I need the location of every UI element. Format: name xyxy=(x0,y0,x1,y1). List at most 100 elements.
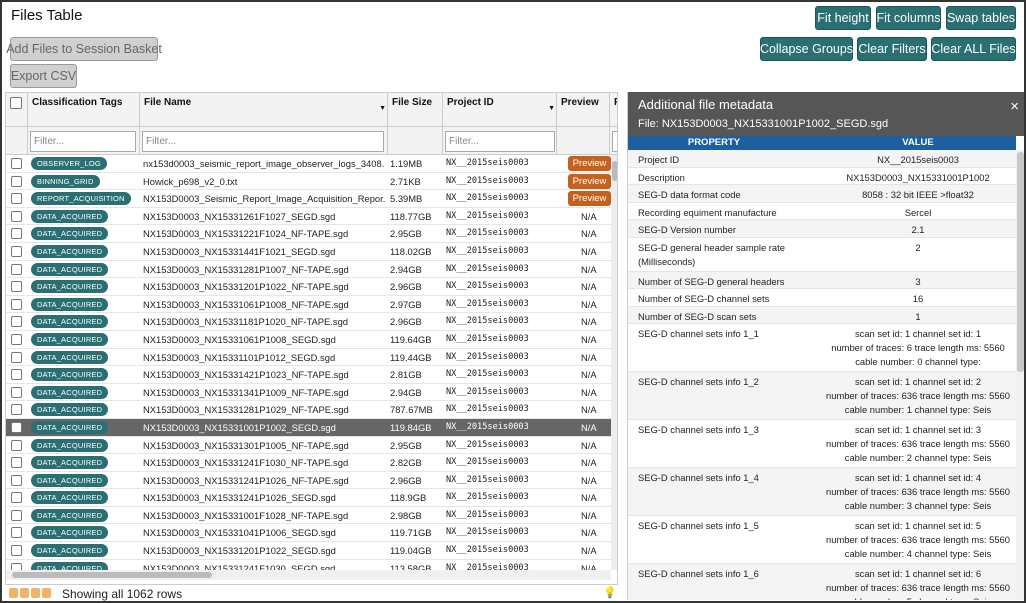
file-name-cell[interactable]: NX153D0003_NX15331001F1028_NF-TAPE.sgd xyxy=(143,507,385,525)
classification-tag[interactable]: DATA_ACQUIRED xyxy=(31,350,109,364)
sort-down-icon[interactable]: ▼ xyxy=(379,105,386,112)
row-checkbox[interactable] xyxy=(11,404,22,416)
col-preview[interactable]: Preview xyxy=(557,93,610,127)
col-classification-tags[interactable]: Classification Tags xyxy=(28,93,140,127)
row-checkbox[interactable] xyxy=(11,210,22,222)
table-horizontal-scrollbar[interactable] xyxy=(6,570,611,580)
file-name-cell[interactable]: NX153D0003_NX15331061P1008_SEGD.sgd xyxy=(143,331,385,349)
row-checkbox[interactable] xyxy=(11,457,22,469)
filter-input-tags[interactable]: Filter... xyxy=(30,131,136,152)
classification-tag[interactable]: DATA_ACQUIRED xyxy=(31,297,109,311)
preview-button[interactable]: Preview xyxy=(568,191,611,207)
clear-filters-button[interactable]: Clear Filters xyxy=(857,37,927,61)
classification-tag[interactable]: DATA_ACQUIRED xyxy=(31,227,109,241)
file-name-cell[interactable]: NX153D0003_NX15331301P1005_NF-TAPE.sgd xyxy=(143,437,385,455)
classification-tag[interactable]: DATA_ACQUIRED xyxy=(31,209,109,223)
row-checkbox[interactable] xyxy=(11,509,22,521)
classification-tag[interactable]: DATA_ACQUIRED xyxy=(31,280,109,294)
collapse-groups-button[interactable]: Collapse Groups xyxy=(760,37,853,61)
table-row[interactable]: BINNING_GRID Howick_p698_v2_0.txt 2.71KB NX… xyxy=(6,173,611,191)
classification-tag[interactable]: DATA_ACQUIRED xyxy=(31,332,109,346)
select-all-checkbox[interactable] xyxy=(10,97,22,109)
first-page-icon[interactable] xyxy=(9,588,18,598)
col-project-id[interactable]: Project ID ▼ xyxy=(443,93,557,127)
table-row[interactable]: DATA_ACQUIRED NX153D0003_NX15331261F1027_… xyxy=(6,208,611,226)
row-checkbox[interactable] xyxy=(11,263,22,275)
col-file-name[interactable]: File Name ▼ xyxy=(140,93,388,127)
classification-tag[interactable]: DATA_ACQUIRED xyxy=(31,403,109,417)
metadata-scrollbar[interactable] xyxy=(1016,150,1024,600)
lightbulb-icon[interactable]: 💡 xyxy=(603,586,617,599)
file-name-cell[interactable]: NX153D0003_NX15331281P1029_NF-TAPE.sgd xyxy=(143,401,385,419)
classification-tag[interactable]: DATA_ACQUIRED xyxy=(31,262,109,276)
file-name-cell[interactable]: NX153D0003_NX15331441F1021_SEGD.sgd xyxy=(143,243,385,261)
file-name-cell[interactable]: nx153d0003_seismic_report_image_observer… xyxy=(143,155,385,173)
row-checkbox[interactable] xyxy=(11,386,22,398)
row-checkbox[interactable] xyxy=(11,281,22,293)
table-row[interactable]: DATA_ACQUIRED NX153D0003_NX15331241F1030_… xyxy=(6,454,611,472)
file-name-cell[interactable]: NX153D0003_NX15331341P1009_NF-TAPE.sgd xyxy=(143,384,385,402)
file-name-cell[interactable]: Howick_p698_v2_0.txt xyxy=(143,173,385,191)
table-row[interactable]: DATA_ACQUIRED NX153D0003_NX15331281P1007_… xyxy=(6,261,611,279)
table-row[interactable]: DATA_ACQUIRED NX153D0003_NX15331201P1022_… xyxy=(6,542,611,560)
table-row[interactable]: DATA_ACQUIRED NX153D0003_NX15331281P1029_… xyxy=(6,401,611,419)
filter-input-filename[interactable]: Filter... xyxy=(142,131,384,152)
row-checkbox[interactable] xyxy=(11,333,22,345)
row-checkbox[interactable] xyxy=(11,158,22,169)
table-row[interactable]: DATA_ACQUIRED NX153D0003_NX15331301P1005_… xyxy=(6,437,611,455)
file-name-cell[interactable]: NX153D0003_NX15331041P1006_SEGD.sgd xyxy=(143,524,385,542)
table-row[interactable]: OBSERVER_LOG nx153d0003_seismic_report_im… xyxy=(6,155,611,173)
table-row[interactable]: DATA_ACQUIRED NX153D0003_NX15331001F1028_… xyxy=(6,507,611,525)
filter-input-r[interactable] xyxy=(612,131,617,152)
classification-tag[interactable]: DATA_ACQUIRED xyxy=(31,315,109,329)
row-checkbox[interactable] xyxy=(11,228,22,240)
classification-tag[interactable]: REPORT_ACQUISITION xyxy=(31,192,131,206)
col-file-size[interactable]: File Size xyxy=(388,93,443,127)
table-row[interactable]: DATA_ACQUIRED NX153D0003_NX15331341P1009_… xyxy=(6,384,611,402)
table-row[interactable]: DATA_ACQUIRED NX153D0003_NX15331101P1012_… xyxy=(6,349,611,367)
add-to-basket-button[interactable]: Add Files to Session Basket xyxy=(6,37,162,61)
row-checkbox[interactable] xyxy=(11,369,22,381)
table-row[interactable]: REPORT_ACQUISITION NX153D0003_Seismic_Rep… xyxy=(6,190,611,208)
classification-tag[interactable]: DATA_ACQUIRED xyxy=(31,368,109,382)
file-name-cell[interactable]: NX153D0003_Seismic_Report_Image_Acquisit… xyxy=(143,190,385,208)
last-page-icon[interactable] xyxy=(42,588,51,598)
row-checkbox[interactable] xyxy=(11,351,22,363)
prev-page-icon[interactable] xyxy=(20,588,29,598)
table-vertical-scrollbar[interactable] xyxy=(611,155,617,570)
classification-tag[interactable]: DATA_ACQUIRED xyxy=(31,385,109,399)
row-checkbox[interactable] xyxy=(11,298,22,310)
file-name-cell[interactable]: NX153D0003_NX15331421P1023_NF-TAPE.sgd xyxy=(143,366,385,384)
export-csv-button[interactable]: Export CSV xyxy=(10,64,77,88)
table-vertical-scroll-thumb[interactable] xyxy=(612,161,617,181)
file-name-cell[interactable]: NX153D0003_NX15331241P1026_NF-TAPE.sgd xyxy=(143,472,385,490)
table-row[interactable]: DATA_ACQUIRED NX153D0003_NX15331061P1008_… xyxy=(6,331,611,349)
row-checkbox[interactable] xyxy=(11,474,22,486)
metadata-scroll-thumb[interactable] xyxy=(1017,152,1024,372)
table-row[interactable]: DATA_ACQUIRED NX153D0003_NX15331041P1006_… xyxy=(6,524,611,543)
col-r[interactable]: R xyxy=(610,93,617,127)
classification-tag[interactable]: DATA_ACQUIRED xyxy=(31,491,109,505)
table-row[interactable]: DATA_ACQUIRED NX153D0003_NX15331221F1024_… xyxy=(6,225,611,243)
file-name-cell[interactable]: NX153D0003_NX15331201P1022_NF-TAPE.sgd xyxy=(143,278,385,296)
classification-tag[interactable]: DATA_ACQUIRED xyxy=(31,420,109,434)
file-name-cell[interactable]: NX153D0003_NX15331201P1022_SEGD.sgd xyxy=(143,542,385,560)
table-row[interactable]: DATA_ACQUIRED NX153D0003_NX15331241P1026_… xyxy=(6,472,611,490)
swap-tables-button[interactable]: Swap tables xyxy=(946,6,1016,30)
classification-tag[interactable]: DATA_ACQUIRED xyxy=(31,244,109,258)
table-row[interactable]: DATA_ACQUIRED NX153D0003_NX15331001P1002_… xyxy=(6,418,611,437)
file-name-cell[interactable]: NX153D0003_NX15331221F1024_NF-TAPE.sgd xyxy=(143,225,385,243)
table-row[interactable]: DATA_ACQUIRED NX153D0003_NX15331181P1020_… xyxy=(6,313,611,331)
row-checkbox[interactable] xyxy=(11,492,22,504)
classification-tag[interactable]: DATA_ACQUIRED xyxy=(31,473,109,487)
row-checkbox[interactable] xyxy=(11,316,22,328)
row-checkbox[interactable] xyxy=(11,421,22,433)
row-checkbox[interactable] xyxy=(11,193,22,205)
file-name-cell[interactable]: NX153D0003_NX15331281P1007_NF-TAPE.sgd xyxy=(143,261,385,279)
row-checkbox[interactable] xyxy=(11,439,22,451)
sort-down-icon[interactable]: ▼ xyxy=(548,105,555,112)
classification-tag[interactable]: DATA_ACQUIRED xyxy=(31,456,109,470)
classification-tag[interactable]: BINNING_GRID xyxy=(31,174,100,188)
fit-height-button[interactable]: Fit height xyxy=(815,6,871,30)
file-name-cell[interactable]: NX153D0003_NX15331241P1026_SEGD.sgd xyxy=(143,489,385,507)
